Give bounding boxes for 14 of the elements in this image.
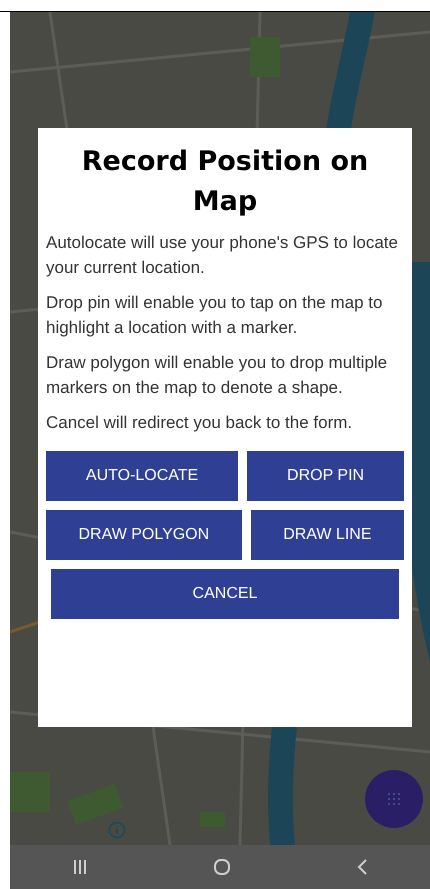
dialog-title: Record Position on Map bbox=[80, 145, 370, 219]
instruction-text: Drop pin will enable you to tap on the map to highlight a location with a marker. bbox=[46, 292, 384, 339]
instruction-text: Autolocate will use your phone's GPS to locate your current location. bbox=[46, 232, 399, 279]
dialog-button[interactable]: AUTO-LOCATE bbox=[46, 451, 238, 501]
home-icon[interactable] bbox=[212, 858, 231, 876]
dialog-button[interactable]: DROP PIN bbox=[247, 451, 404, 501]
dialog-button[interactable]: CANCEL bbox=[51, 569, 399, 619]
back-icon[interactable] bbox=[356, 858, 368, 876]
grid-dots-icon bbox=[387, 792, 401, 806]
instruction-text: Draw polygon will enable you to drop multiple markers on the map to denote a shape. bbox=[46, 352, 388, 399]
dialog-button[interactable]: DRAW LINE bbox=[250, 510, 404, 560]
instruction-text: Cancel will redirect you back to the form. bbox=[46, 412, 354, 434]
recent-apps-icon[interactable] bbox=[72, 859, 88, 875]
dialog-button[interactable]: DRAW POLYGON bbox=[46, 510, 242, 560]
